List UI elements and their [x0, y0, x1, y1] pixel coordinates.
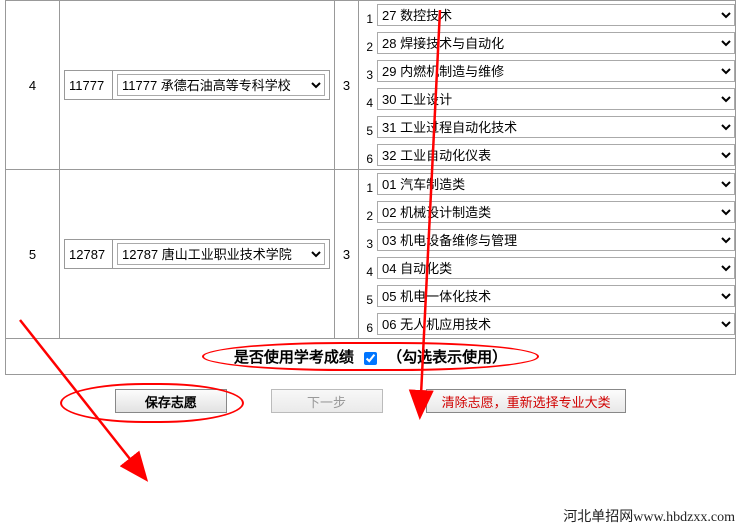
major-select[interactable]: 01 汽车制造类 [377, 173, 735, 195]
school-select[interactable]: 11777 承德石油高等专科学校 [117, 74, 325, 96]
major-select[interactable]: 32 工业自动化仪表 [377, 144, 735, 166]
slot-num: 2 [359, 198, 377, 226]
school-cell: 11777 11777 承德石油高等专科学校 [60, 1, 335, 170]
save-button[interactable]: 保存志愿 [115, 389, 227, 413]
slot-num: 3 [359, 226, 377, 254]
row-index: 4 [6, 1, 60, 170]
slot-num: 3 [359, 57, 377, 85]
table-row: 4 11777 11777 承德石油高等专科学校 3 127 数控技术 228 … [6, 1, 736, 170]
row-index: 5 [6, 170, 60, 339]
slot-num: 4 [359, 85, 377, 113]
watermark: 河北单招网www.hbdzxx.com [563, 506, 735, 526]
button-bar: 保存志愿 下一步 清除志愿，重新选择专业大类 [5, 375, 736, 427]
school-cell: 12787 12787 唐山工业职业技术学院 [60, 170, 335, 339]
use-score-checkbox[interactable] [364, 352, 377, 365]
slot-num: 5 [359, 113, 377, 141]
major-cell: 101 汽车制造类 202 机械设计制造类 303 机电设备维修与管理 404 … [359, 170, 736, 339]
use-score-highlight: 是否使用学考成绩 （勾选表示使用） [202, 342, 539, 371]
major-select[interactable]: 30 工业设计 [377, 88, 735, 110]
major-slot-number: 3 [335, 170, 359, 339]
use-score-label-right: （勾选表示使用） [387, 349, 507, 366]
slot-num: 6 [359, 141, 377, 169]
major-slot-number: 3 [335, 1, 359, 170]
school-code: 12787 [65, 240, 113, 269]
clear-button[interactable]: 清除志愿，重新选择专业大类 [426, 389, 626, 413]
major-cell: 127 数控技术 228 焊接技术与自动化 329 内燃机制造与维修 430 工… [359, 1, 736, 170]
slot-num: 6 [359, 310, 377, 338]
slot-num: 1 [359, 1, 377, 29]
slot-num: 2 [359, 29, 377, 57]
major-select[interactable]: 05 机电一体化技术 [377, 285, 735, 307]
use-score-row: 是否使用学考成绩 （勾选表示使用） [6, 339, 736, 375]
major-select[interactable]: 28 焊接技术与自动化 [377, 32, 735, 54]
slot-num: 4 [359, 254, 377, 282]
major-select[interactable]: 27 数控技术 [377, 4, 735, 26]
school-select[interactable]: 12787 唐山工业职业技术学院 [117, 243, 325, 265]
table-row: 5 12787 12787 唐山工业职业技术学院 3 101 汽车制造类 202… [6, 170, 736, 339]
major-select[interactable]: 31 工业过程自动化技术 [377, 116, 735, 138]
major-select[interactable]: 04 自动化类 [377, 257, 735, 279]
use-score-label-left: 是否使用学考成绩 [234, 349, 354, 366]
slot-num: 5 [359, 282, 377, 310]
major-select[interactable]: 02 机械设计制造类 [377, 201, 735, 223]
slot-num: 1 [359, 170, 377, 198]
school-code: 11777 [65, 71, 113, 100]
major-select[interactable]: 03 机电设备维修与管理 [377, 229, 735, 251]
next-button: 下一步 [271, 389, 383, 413]
major-select[interactable]: 06 无人机应用技术 [377, 313, 735, 335]
major-select[interactable]: 29 内燃机制造与维修 [377, 60, 735, 82]
preference-table: 4 11777 11777 承德石油高等专科学校 3 127 数控技术 228 … [5, 0, 736, 375]
